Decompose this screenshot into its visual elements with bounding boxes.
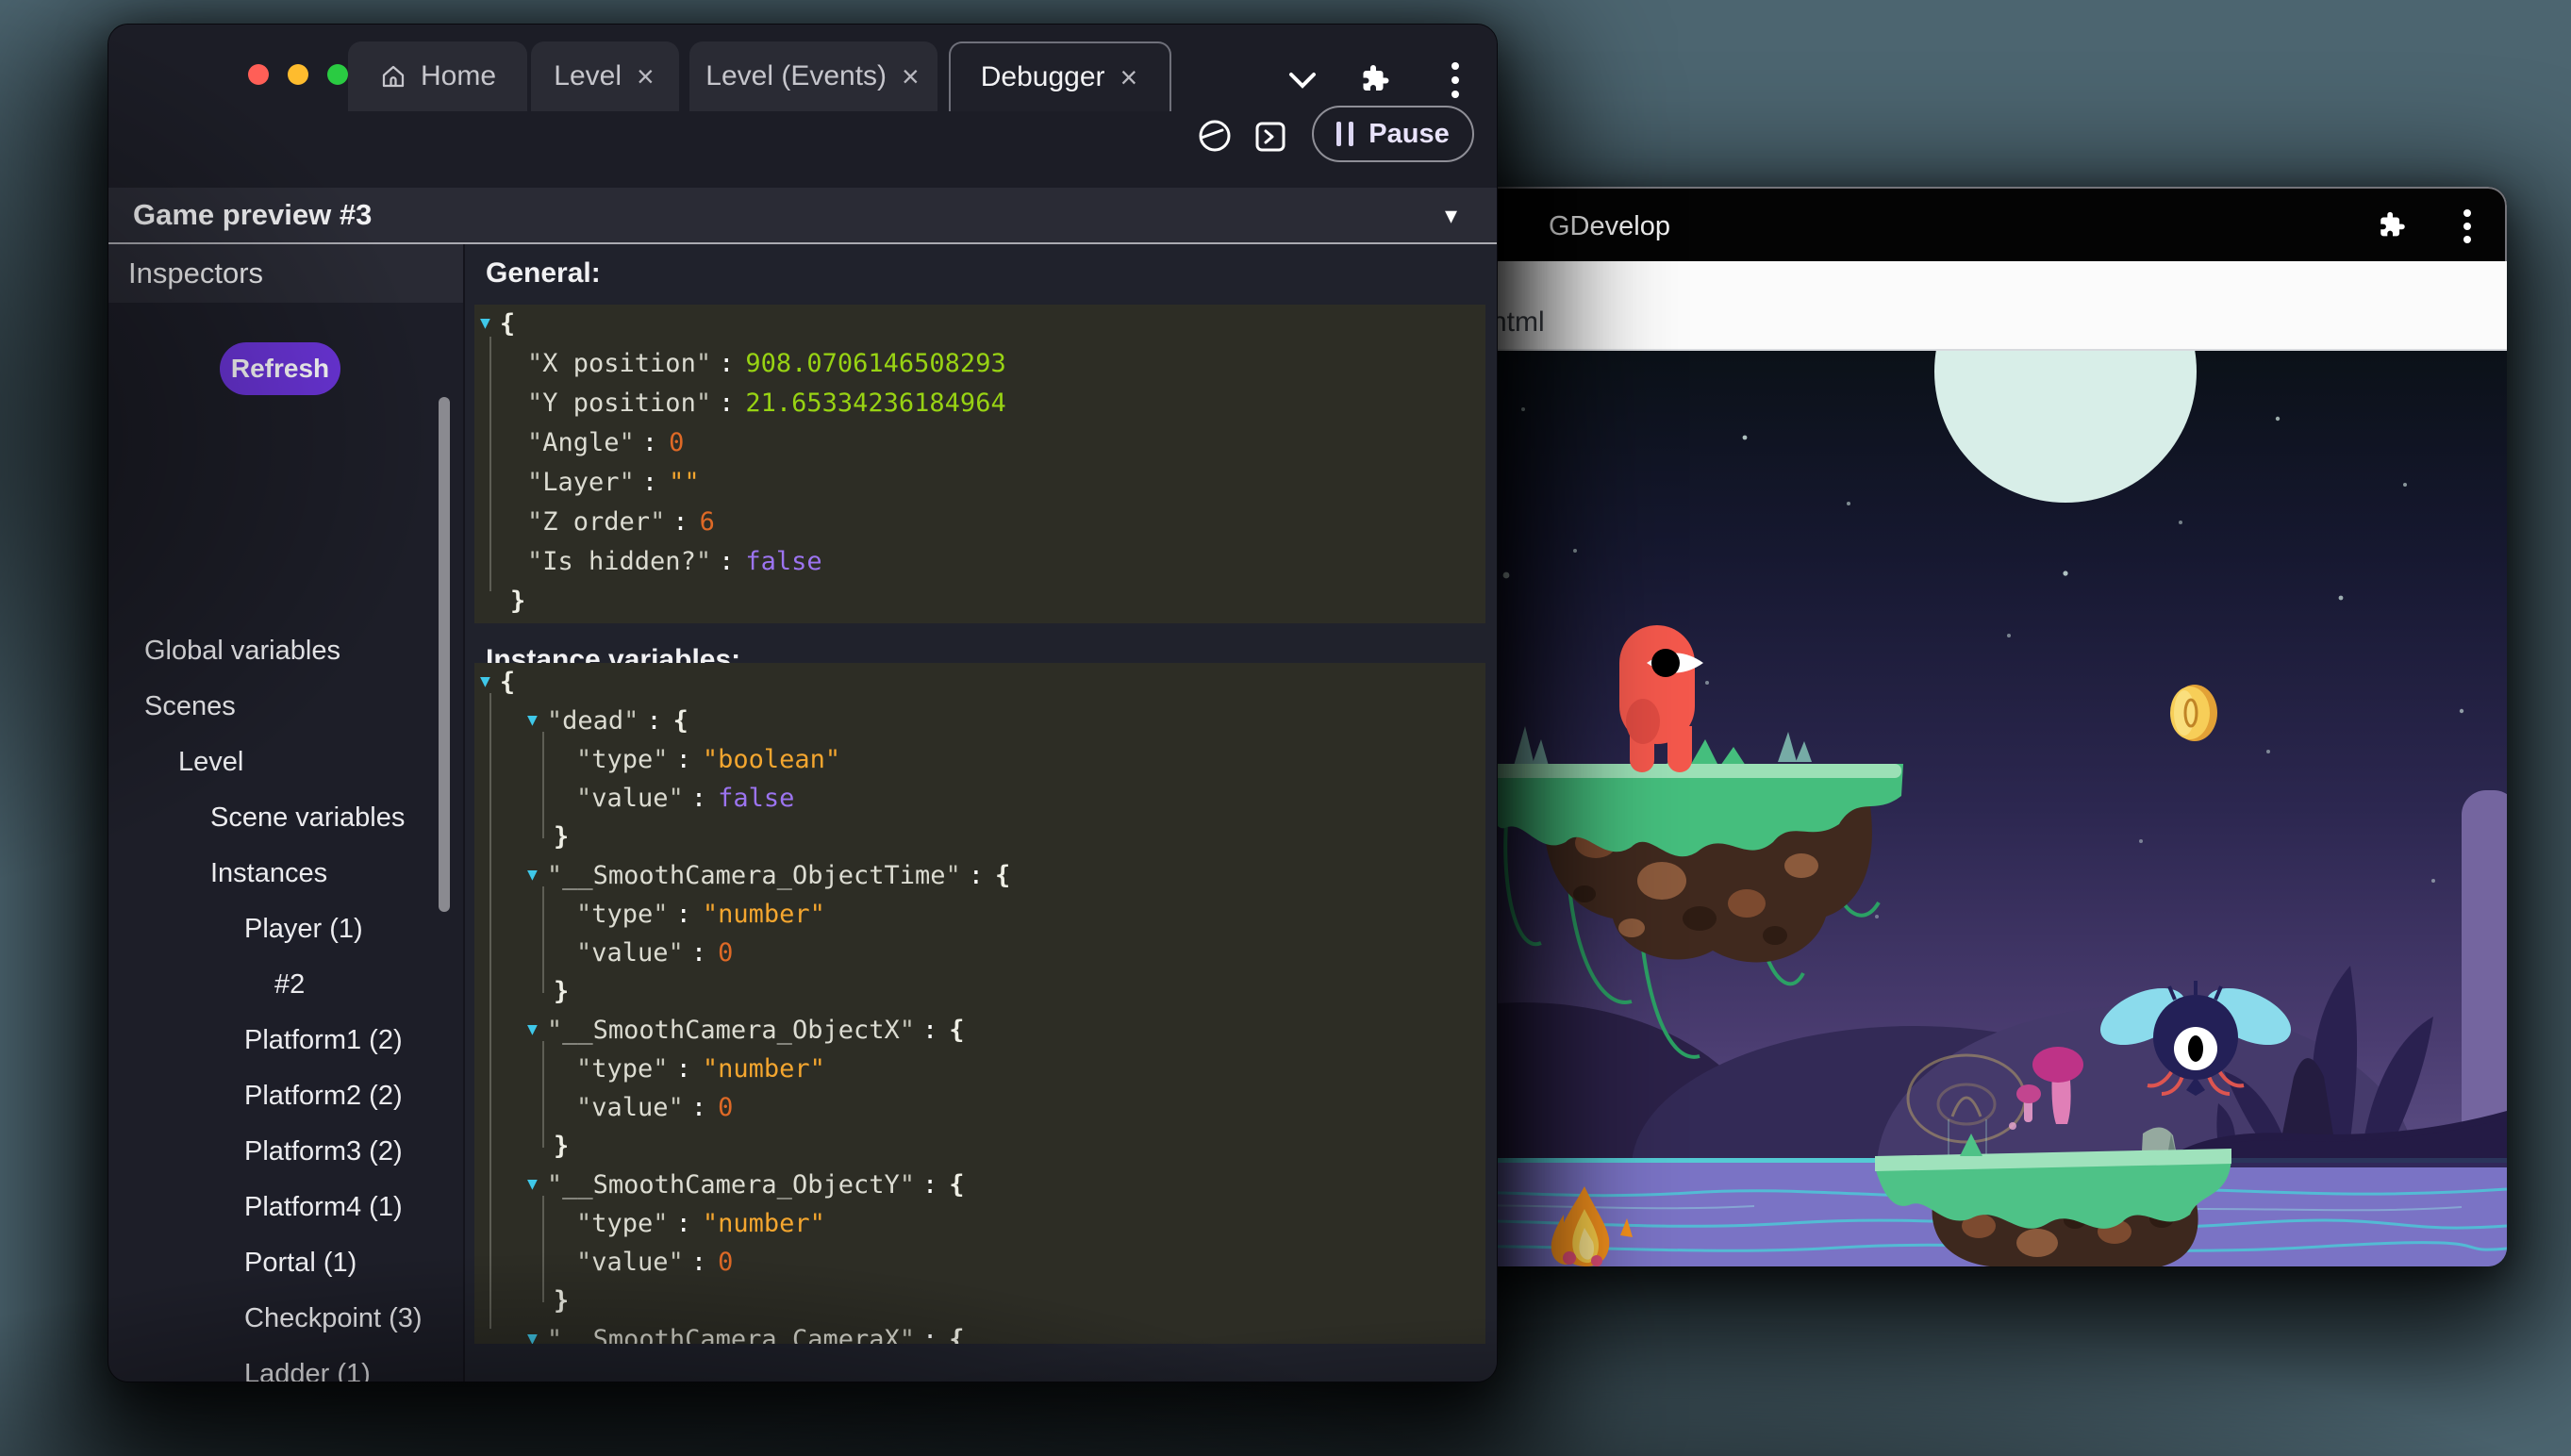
json-line: "type":"boolean" xyxy=(474,740,1485,779)
collapse-toggle-icon[interactable]: ▼ xyxy=(527,1165,538,1203)
instance-variables-json-view: ▼{ ▼"dead":{ "type":"boolean" "value":fa… xyxy=(474,663,1485,1344)
puzzle-extension-icon[interactable] xyxy=(2377,209,2409,241)
tab-debugger[interactable]: Debugger × xyxy=(949,41,1171,111)
pillar-rock xyxy=(2462,790,2507,1167)
sidebar-item-platform3[interactable]: Platform3 (2) xyxy=(244,1133,403,1170)
json-line: } xyxy=(474,1282,1485,1320)
general-json-view: ▼{ "X position":908.0706146508293 "Y pos… xyxy=(474,305,1485,623)
pause-icon xyxy=(1336,122,1353,146)
json-line: "Y position":21.65334236184964 xyxy=(474,384,1485,423)
json-line: "type":"number" xyxy=(474,1204,1485,1243)
json-line: ▼"dead":{ xyxy=(474,702,1485,740)
json-line: } xyxy=(474,1127,1485,1166)
sidebar-item-checkpoint[interactable]: Checkpoint (3) xyxy=(244,1299,423,1337)
json-line: "Z order":6 xyxy=(474,503,1485,542)
tab-label: Debugger xyxy=(981,61,1105,93)
inspectors-title: Inspectors xyxy=(128,256,263,290)
game-preview-selector[interactable]: Game preview #3 ▾ xyxy=(108,188,1497,242)
dropdown-caret-icon: ▾ xyxy=(1445,201,1457,230)
inspectors-header: Inspectors xyxy=(108,244,463,303)
json-line: ▼"__SmoothCamera_ObjectX":{ xyxy=(474,1011,1485,1050)
game-window-addressbar[interactable]: html xyxy=(1349,261,2507,351)
sidebar-item-instances[interactable]: Instances xyxy=(210,854,327,892)
address-text: html xyxy=(1491,306,1545,339)
json-line: "value":0 xyxy=(474,1243,1485,1282)
sidebar-item-platform1[interactable]: Platform1 (2) xyxy=(244,1021,403,1059)
screenshot-stage: GDevelop html xyxy=(0,0,2571,1456)
game-window-title: GDevelop xyxy=(1549,211,1670,242)
kebab-menu-icon[interactable] xyxy=(1451,62,1459,98)
sidebar-item-scenes[interactable]: Scenes xyxy=(144,687,236,725)
sidebar-item-global-variables[interactable]: Global variables xyxy=(144,632,340,670)
json-line: "value":0 xyxy=(474,1088,1485,1127)
json-line: "Layer":"" xyxy=(474,463,1485,503)
json-line: } xyxy=(474,818,1485,856)
debugger-window: Home Level × Level (Events) × Debugger × xyxy=(108,24,1498,1382)
kebab-menu-icon[interactable] xyxy=(2463,209,2471,243)
refresh-button[interactable]: Refresh xyxy=(220,342,340,395)
sidebar-item-portal[interactable]: Portal (1) xyxy=(244,1244,357,1282)
sidebar-item-platform4[interactable]: Platform4 (1) xyxy=(244,1188,403,1226)
json-line: "Angle":0 xyxy=(474,423,1485,463)
sidebar-item-player[interactable]: Player (1) xyxy=(244,910,363,948)
json-line: "type":"number" xyxy=(474,1050,1485,1088)
collapse-toggle-icon[interactable]: ▼ xyxy=(527,855,538,894)
sidebar-item-scene-variables[interactable]: Scene variables xyxy=(210,799,405,836)
window-header: Home Level × Level (Events) × Debugger × xyxy=(108,25,1497,188)
sidebar-item-platform2[interactable]: Platform2 (2) xyxy=(244,1077,403,1115)
puzzle-extension-icon[interactable] xyxy=(1359,62,1393,96)
tab-label: Level xyxy=(554,60,622,92)
chevron-down-icon[interactable] xyxy=(1286,69,1319,91)
tab-home[interactable]: Home xyxy=(348,41,527,111)
tab-level[interactable]: Level × xyxy=(531,41,679,111)
close-icon[interactable]: × xyxy=(900,61,921,91)
json-line: } xyxy=(474,582,1485,621)
json-line: "Is hidden?":false xyxy=(474,542,1485,582)
preview-title: Game preview #3 xyxy=(133,198,372,232)
pause-button[interactable]: Pause xyxy=(1312,106,1474,162)
home-icon xyxy=(379,62,407,91)
json-line: "type":"number" xyxy=(474,895,1485,934)
close-icon[interactable]: × xyxy=(1119,62,1140,92)
collapse-toggle-icon[interactable]: ▼ xyxy=(527,701,538,739)
inspector-main-panel: General: ▼{ "X position":908.07061465082… xyxy=(465,244,1498,1382)
json-line: "X position":908.0706146508293 xyxy=(474,344,1485,384)
traffic-zoom-button[interactable] xyxy=(327,64,348,85)
json-line: } xyxy=(474,972,1485,1011)
collapse-toggle-icon[interactable]: ▼ xyxy=(527,1319,538,1344)
coin xyxy=(2170,685,2217,741)
inspectors-sidebar: Inspectors Refresh Global variables Scen… xyxy=(108,244,463,1382)
sidebar-item-level[interactable]: Level xyxy=(178,743,243,781)
profiler-gauge-icon[interactable] xyxy=(1198,119,1232,153)
sidebar-scrollbar[interactable] xyxy=(439,397,450,912)
sidebar-item-instance-2[interactable]: #2 xyxy=(274,966,305,1003)
close-icon[interactable]: × xyxy=(635,61,656,91)
json-line: ▼"__SmoothCamera_ObjectY":{ xyxy=(474,1166,1485,1204)
tab-label: Home xyxy=(421,60,496,92)
game-canvas[interactable] xyxy=(1349,351,2507,1266)
traffic-minimize-button[interactable] xyxy=(288,64,308,85)
console-icon[interactable] xyxy=(1254,121,1286,153)
json-line: "value":0 xyxy=(474,934,1485,972)
game-window-titlebar: GDevelop xyxy=(1349,187,2507,261)
json-line: ▼"__SmoothCamera_ObjectTime":{ xyxy=(474,856,1485,895)
sidebar-item-ladder[interactable]: Ladder (1) xyxy=(244,1355,371,1382)
collapse-toggle-icon[interactable]: ▼ xyxy=(480,663,490,701)
game-scene xyxy=(1349,351,2507,1266)
tab-level-events[interactable]: Level (Events) × xyxy=(689,41,937,111)
collapse-toggle-icon[interactable]: ▼ xyxy=(480,305,490,343)
tab-label: Level (Events) xyxy=(705,60,887,92)
player-pupil xyxy=(1651,649,1680,677)
traffic-close-button[interactable] xyxy=(248,64,269,85)
general-title: General: xyxy=(486,257,601,290)
json-line: "value":false xyxy=(474,779,1485,818)
json-line-clipped: ▼"__SmoothCamera_CameraX":{ xyxy=(474,1320,1485,1344)
pause-label: Pause xyxy=(1368,119,1449,150)
collapse-toggle-icon[interactable]: ▼ xyxy=(527,1010,538,1049)
game-preview-window: GDevelop html xyxy=(1349,187,2507,1266)
